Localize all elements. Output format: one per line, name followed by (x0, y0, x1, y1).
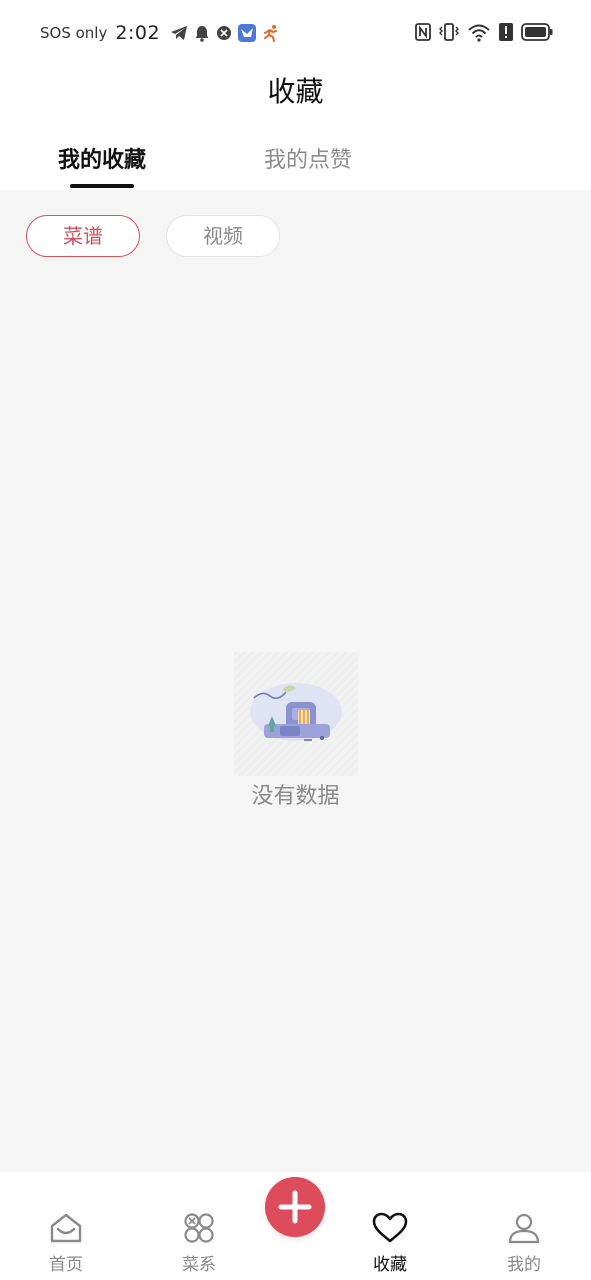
add-recipe-button[interactable] (265, 1177, 325, 1237)
empty-box-icon (234, 652, 358, 776)
nav-label-favorites: 收藏 (373, 1255, 407, 1275)
status-bar-left: SOS only 2:02 (40, 22, 280, 44)
status-bar: SOS only 2:02 (0, 0, 591, 64)
app-bird-icon (238, 24, 257, 42)
vibrate-icon (439, 23, 459, 41)
nav-item-favorites[interactable]: 收藏 (350, 1212, 430, 1275)
nfc-icon (415, 23, 431, 41)
home-icon (50, 1213, 82, 1243)
clock-text: 2:02 (115, 22, 161, 44)
nav-item-profile[interactable]: 我的 (484, 1212, 564, 1275)
nav-item-categories[interactable]: 菜系 (159, 1212, 239, 1275)
carrier-text: SOS only (40, 24, 108, 42)
categories-icon (184, 1213, 214, 1243)
heart-icon (372, 1212, 408, 1243)
nav-item-home[interactable]: 首页 (26, 1212, 106, 1275)
bell-icon (195, 25, 209, 42)
filter-chip-recipes[interactable]: 菜谱 (26, 215, 140, 257)
notification-icons (170, 24, 280, 42)
filter-chip-videos[interactable]: 视频 (166, 215, 280, 257)
empty-state-text: 没有数据 (251, 784, 340, 809)
vpn-shield-icon (217, 26, 232, 40)
app-screen: SOS only 2:02 收藏 我的收藏 我的点赞 菜谱 视频 没有数据 首页… (0, 0, 591, 1280)
tab-my-likes[interactable]: 我的点赞 (264, 142, 352, 174)
status-bar-right (415, 22, 553, 42)
page-title: 收藏 (267, 75, 324, 108)
alert-icon (499, 23, 513, 41)
battery-icon (521, 23, 553, 41)
page-header: 收藏 (0, 64, 591, 124)
plus-icon (278, 1190, 312, 1224)
profile-icon (508, 1213, 540, 1244)
nav-label-profile: 我的 (507, 1255, 541, 1275)
nav-label-home: 首页 (49, 1255, 83, 1275)
active-tab-indicator (70, 184, 134, 188)
favorites-content: 菜谱 视频 没有数据 (0, 190, 591, 1172)
tab-my-favorites[interactable]: 我的收藏 (58, 142, 146, 174)
telegram-icon (171, 26, 188, 40)
app-runner-icon (264, 25, 278, 42)
tab-bar: 我的收藏 我的点赞 (0, 124, 591, 190)
nav-label-categories: 菜系 (182, 1255, 216, 1275)
wifi-6-icon (468, 24, 490, 42)
